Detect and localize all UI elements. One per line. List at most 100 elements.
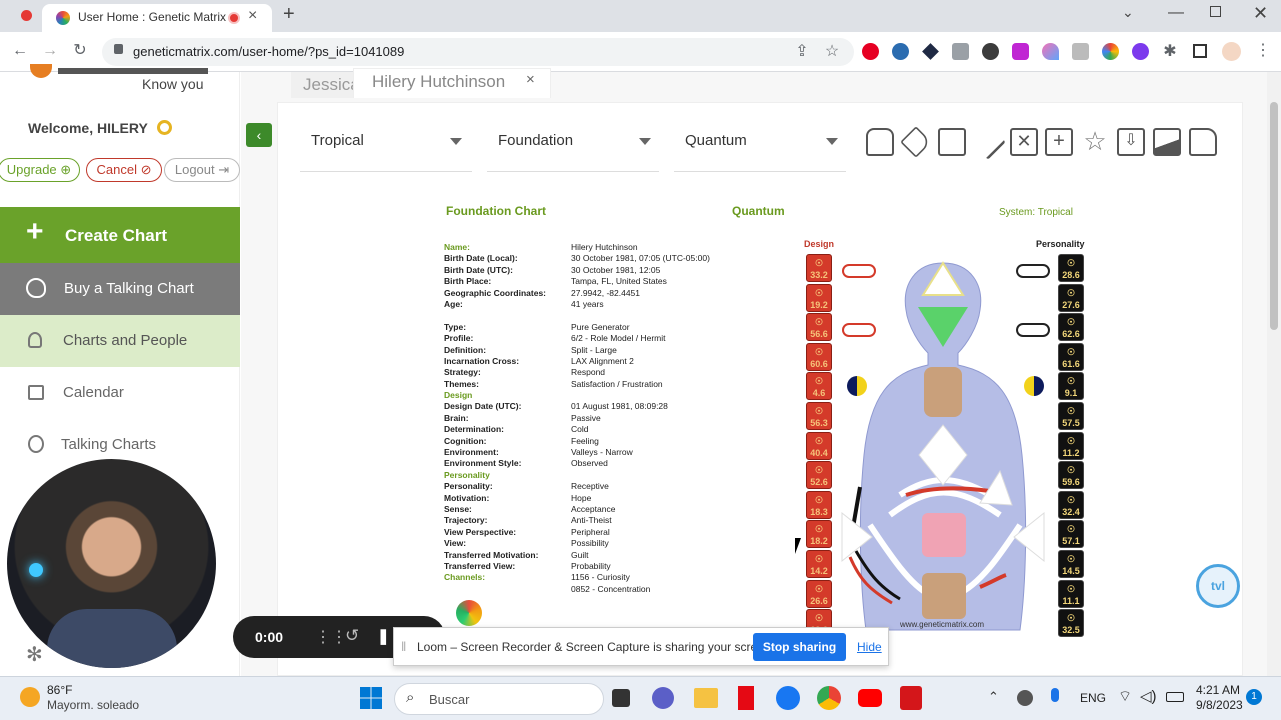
car-view-icon[interactable]	[866, 128, 894, 156]
browser-menu-icon[interactable]: ⋮	[1253, 41, 1273, 61]
close-tab-icon[interactable]: ×	[526, 71, 535, 88]
sidebar-item-calendar[interactable]: Calendar	[0, 367, 240, 419]
acrobat-icon[interactable]	[900, 686, 922, 710]
personality-planet-box[interactable]: ☉ 14.5	[1058, 550, 1084, 578]
battery-icon[interactable]	[1166, 692, 1184, 702]
file-explorer-icon[interactable]	[694, 688, 718, 708]
download-icon[interactable]: ⇩	[1117, 128, 1145, 156]
tab-search-icon[interactable]: ⌄	[1122, 4, 1134, 21]
extensions-puzzle-icon[interactable]: ✱	[1160, 42, 1180, 62]
stop-sharing-button[interactable]: Stop sharing	[753, 633, 846, 661]
create-chart-button[interactable]: + Create Chart	[0, 207, 240, 263]
browser-tab[interactable]: User Home : Genetic Matrix ×	[42, 4, 272, 32]
design-planet-box[interactable]: ☉ 40.4	[806, 431, 832, 460]
sidebar-item-charts-and-people[interactable]: Charts and People	[0, 315, 240, 367]
personality-planet-box[interactable]: ☉ 61.6	[1058, 342, 1084, 371]
design-planet-box[interactable]: ☉ 4.6	[806, 372, 832, 401]
design-planet-box[interactable]: ☉ 56.3	[806, 402, 832, 430]
image-icon[interactable]	[1153, 128, 1181, 156]
dropbox-icon[interactable]	[922, 43, 939, 60]
tray-chevron-icon[interactable]: ⌃	[988, 689, 999, 705]
person-tab-hilery[interactable]: Hilery Hutchinson ×	[353, 68, 551, 98]
chart-type-select[interactable]: Foundation	[487, 110, 659, 172]
clock-date[interactable]: 9/8/2023	[1196, 698, 1243, 712]
personality-planet-box[interactable]: ☉ 9.1	[1058, 372, 1084, 401]
facebook-icon[interactable]	[776, 686, 800, 710]
personality-planet-box[interactable]: ☉ 11.2	[1058, 431, 1084, 460]
pinterest-extension-icon[interactable]	[862, 43, 879, 60]
wifi-icon[interactable]: ⌔	[1118, 687, 1132, 706]
netflix-icon[interactable]	[738, 686, 754, 710]
star-icon[interactable]: ☆	[1081, 128, 1109, 156]
volume-icon[interactable]: ◁)	[1140, 687, 1157, 705]
personality-planet-box[interactable]: ☉ 27.6	[1058, 283, 1084, 312]
back-icon[interactable]: ←	[10, 41, 30, 61]
design-planet-box[interactable]: ☉ 18.2	[806, 520, 832, 549]
upgrade-button[interactable]: Upgrade ⊕	[0, 158, 80, 182]
extension-icon[interactable]	[1102, 43, 1119, 60]
bookmark-star-icon[interactable]: ☆	[822, 42, 842, 62]
personality-planet-box[interactable]: ☉ 59.6	[1058, 461, 1084, 490]
personality-planet-box[interactable]: ☉ 57.1	[1058, 520, 1084, 549]
settings-gear-icon[interactable]: ✻	[26, 642, 43, 667]
drag-handle-icon[interactable]: ‖	[401, 639, 406, 654]
notification-badge[interactable]: 1	[1246, 689, 1262, 705]
youtube-icon[interactable]	[858, 689, 882, 707]
personality-planet-box[interactable]: ☉ 57.5	[1058, 402, 1084, 430]
personality-planet-box[interactable]: ☉ 28.6	[1058, 254, 1084, 282]
new-tab-icon[interactable]: +	[283, 3, 295, 26]
maximize-icon[interactable]	[1210, 6, 1221, 17]
hide-link[interactable]: Hide	[857, 640, 882, 654]
export-icon[interactable]	[1189, 128, 1217, 156]
start-windows-icon[interactable]	[360, 687, 382, 709]
side-panel-icon[interactable]	[1193, 44, 1207, 58]
zodiac-select[interactable]: Tropical	[300, 110, 472, 172]
page-scrollbar[interactable]	[1267, 72, 1281, 676]
language-indicator[interactable]: ENG	[1080, 691, 1106, 705]
extension-icon[interactable]	[1072, 43, 1089, 60]
logout-button[interactable]: Logout ⇥	[164, 158, 240, 182]
design-planet-box[interactable]: ☉ 60.6	[806, 342, 832, 371]
task-view-icon[interactable]	[612, 689, 630, 707]
forward-icon[interactable]: →	[40, 41, 60, 61]
chat-widget-button[interactable]: tvl	[1196, 564, 1240, 608]
close-box-icon[interactable]: ✕	[1010, 128, 1038, 156]
person-card-icon[interactable]	[938, 128, 966, 156]
design-planet-box[interactable]: ☉ 33.2	[806, 254, 832, 282]
sidebar-item-buy-talking-chart[interactable]: Buy a Talking Chart	[0, 263, 240, 315]
personality-planet-box[interactable]: ☉ 32.4	[1058, 490, 1084, 519]
personality-planet-box[interactable]: ☉ 62.6	[1058, 313, 1084, 342]
design-planet-box[interactable]: ☉ 52.6	[806, 461, 832, 490]
extension-icon[interactable]	[1012, 43, 1029, 60]
microphone-icon[interactable]	[1051, 688, 1059, 702]
personality-planet-box[interactable]: ☉ 32.5	[1058, 609, 1084, 638]
address-bar[interactable]: geneticmatrix.com/user-home/?ps_id=10410…	[102, 38, 854, 66]
taskbar-search[interactable]: ⌕ Buscar	[394, 683, 604, 715]
variant-select[interactable]: Quantum	[674, 110, 846, 172]
chrome-icon[interactable]	[817, 686, 841, 710]
restart-icon[interactable]: ↺	[345, 626, 359, 646]
extension-icon[interactable]	[1042, 43, 1059, 60]
extension-icon[interactable]	[982, 43, 999, 60]
teams-icon[interactable]	[652, 687, 674, 709]
minimize-icon[interactable]: —	[1168, 4, 1184, 22]
share-icon[interactable]: ⇪	[792, 42, 812, 62]
close-window-icon[interactable]: ✕	[1253, 3, 1268, 24]
extension-icon[interactable]	[1132, 43, 1149, 60]
extension-icon[interactable]	[892, 43, 909, 60]
extension-icon[interactable]	[952, 43, 969, 60]
design-planet-box[interactable]: ☉ 18.3	[806, 490, 832, 519]
design-planet-box[interactable]: ☉ 19.2	[806, 283, 832, 312]
tab-close-icon[interactable]: ×	[248, 7, 257, 25]
collapse-sidebar-button[interactable]: ‹	[246, 123, 272, 147]
tray-app-icon[interactable]	[1017, 690, 1033, 706]
design-planet-box[interactable]: ☉ 26.6	[806, 579, 832, 608]
clock-time[interactable]: 4:21 AM	[1196, 683, 1240, 697]
personality-planet-box[interactable]: ☉ 11.1	[1058, 579, 1084, 608]
design-planet-box[interactable]: ☉ 14.2	[806, 550, 832, 578]
cancel-button[interactable]: Cancel ⊘	[86, 158, 162, 182]
design-planet-box[interactable]: ☉ 56.6	[806, 313, 832, 342]
webcam-bubble[interactable]	[7, 459, 216, 668]
add-box-icon[interactable]: +	[1045, 128, 1073, 156]
scrollbar-thumb[interactable]	[1270, 102, 1278, 330]
